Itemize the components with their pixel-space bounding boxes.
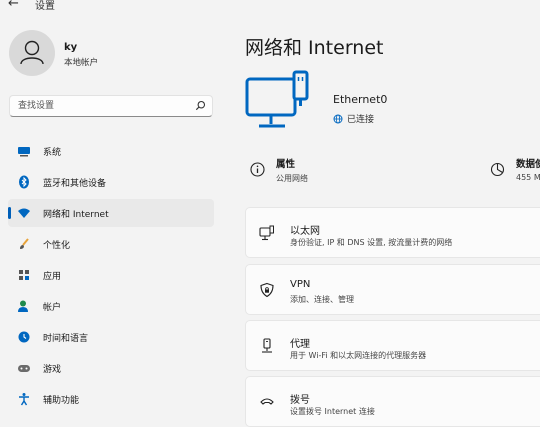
info-icon — [250, 162, 265, 177]
bluetooth-icon — [19, 175, 29, 189]
properties-subtitle: 公用网络 — [276, 174, 308, 183]
search-icon[interactable] — [195, 100, 206, 111]
sidebar-item-label: 网络和 Internet — [43, 210, 109, 220]
person-icon — [18, 300, 28, 312]
wifi-icon — [18, 208, 30, 218]
data-usage-title: 数据使 — [516, 159, 540, 170]
ethernet-icon — [259, 225, 274, 241]
gamepad-icon — [18, 365, 30, 372]
sidebar-item-label: 蓝牙和其他设备 — [43, 179, 107, 189]
card-subtitle: 用于 Wi-Fi 和以太网连接的代理服务器 — [290, 351, 427, 360]
card-title: 代理 — [290, 339, 310, 350]
dialup-card[interactable]: 拨号 设置拨号 Internet 连接 — [245, 376, 540, 427]
proxy-icon — [262, 338, 272, 353]
globe-icon — [333, 114, 343, 124]
avatar[interactable] — [9, 30, 55, 76]
vpn-card[interactable]: VPN 添加、连接、管理 — [245, 264, 540, 315]
data-usage-subtitle: 455 M — [516, 173, 540, 182]
accessibility-icon — [19, 393, 29, 406]
adapter-name: Ethernet0 — [333, 93, 388, 106]
data-usage-icon — [490, 162, 505, 177]
adapter-status-text: 已连接 — [347, 115, 375, 125]
ethernet-hero-icon — [245, 70, 309, 128]
sidebar-item-apps[interactable]: 应用 — [8, 261, 214, 289]
card-subtitle: 添加、连接、管理 — [290, 295, 354, 304]
properties-title: 属性 — [276, 159, 296, 170]
sidebar-item-network[interactable]: 网络和 Internet — [8, 199, 214, 227]
search-box[interactable] — [9, 95, 213, 117]
monitor-icon — [18, 147, 30, 157]
sidebar-item-bluetooth[interactable]: 蓝牙和其他设备 — [8, 168, 214, 196]
app-title: 设置 — [35, 1, 55, 12]
sidebar-item-time-language[interactable]: 时间和语言 — [8, 323, 214, 351]
user-name: ky — [64, 42, 78, 53]
brush-icon — [20, 238, 29, 249]
adapter-status: 已连接 — [333, 112, 374, 125]
card-title: 以太网 — [290, 226, 320, 237]
sidebar-item-gaming[interactable]: 游戏 — [8, 354, 214, 382]
search-input[interactable] — [18, 98, 188, 114]
sidebar-item-label: 应用 — [43, 272, 62, 282]
sidebar-item-label: 帐户 — [43, 303, 62, 313]
sidebar-item-label: 系统 — [43, 148, 62, 158]
card-title: 拨号 — [290, 395, 310, 406]
sidebar-item-label: 时间和语言 — [43, 334, 89, 344]
page-title: 网络和 Internet — [245, 37, 384, 59]
apps-icon — [19, 270, 29, 280]
selection-indicator — [8, 207, 11, 219]
title-bar: ← 设置 — [0, 0, 540, 14]
card-subtitle: 身份验证, IP 和 DNS 设置, 按流量计费的网络 — [290, 238, 453, 247]
shield-icon — [260, 282, 274, 298]
ethernet-card[interactable]: 以太网 身份验证, IP 和 DNS 设置, 按流量计费的网络 — [245, 207, 540, 258]
sidebar-item-accessibility[interactable]: 辅助功能 — [8, 385, 214, 413]
account-type: 本地帐户 — [64, 58, 99, 68]
sidebar-item-label: 辅助功能 — [43, 396, 80, 406]
sidebar-item-system[interactable]: 系统 — [8, 137, 214, 165]
person-icon — [20, 40, 44, 65]
clock-globe-icon — [18, 331, 30, 343]
sidebar-item-accounts[interactable]: 帐户 — [8, 292, 214, 320]
sidebar-item-label: 游戏 — [43, 365, 62, 375]
sidebar-nav: 系统 蓝牙和其他设备 网络和 Internet 个性化 应用 帐户 时间和语言 … — [8, 137, 214, 416]
card-title: VPN — [290, 279, 311, 290]
proxy-card[interactable]: 代理 用于 Wi-Fi 和以太网连接的代理服务器 — [245, 320, 540, 371]
sidebar-item-label: 个性化 — [43, 241, 71, 251]
back-arrow-icon[interactable]: ← — [8, 0, 19, 11]
sidebar-item-personalization[interactable]: 个性化 — [8, 230, 214, 258]
